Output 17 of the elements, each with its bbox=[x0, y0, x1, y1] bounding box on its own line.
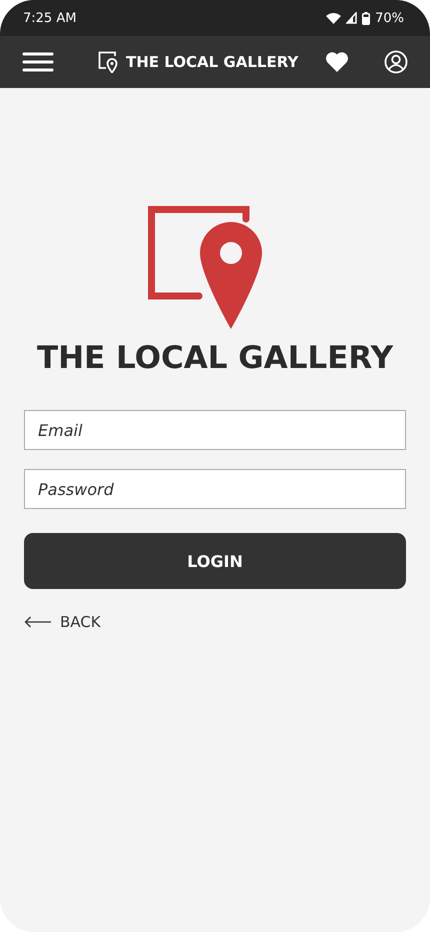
arrow-left-icon bbox=[24, 616, 52, 628]
profile-icon[interactable] bbox=[384, 50, 408, 74]
input-field[interactable]: Email bbox=[24, 410, 406, 450]
status-time: 7:25 AM bbox=[23, 10, 76, 26]
back-link[interactable]: BACK bbox=[24, 613, 101, 631]
input-field[interactable]: Password bbox=[24, 469, 406, 509]
signal-icon bbox=[346, 12, 358, 24]
battery-level: 70% bbox=[375, 10, 404, 26]
login-button[interactable]: LOGIN bbox=[24, 533, 406, 589]
logo-icon bbox=[98, 51, 118, 73]
brand-name: THE LOCAL GALLERY bbox=[36, 340, 394, 376]
battery-icon bbox=[362, 12, 370, 24]
menu-icon[interactable] bbox=[22, 52, 54, 72]
heart-icon[interactable] bbox=[325, 51, 349, 73]
app-title: THE LOCAL GALLERY bbox=[126, 53, 298, 71]
wifi-icon bbox=[326, 12, 342, 24]
logo-icon bbox=[148, 206, 264, 330]
